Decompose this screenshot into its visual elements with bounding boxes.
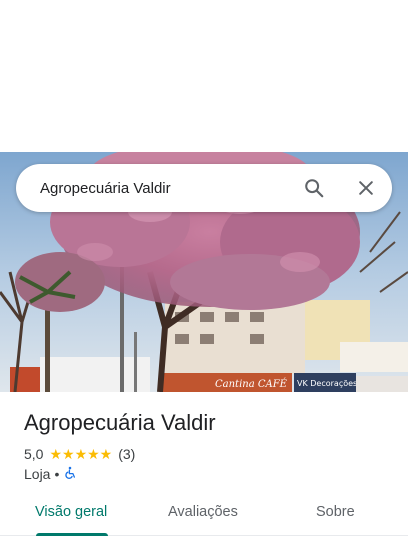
active-tab-indicator [36,533,108,536]
sign-cantina-cafe: Cantina CAFÉ [215,378,288,390]
wheelchair-icon[interactable] [63,466,77,483]
separator-dot: • [54,466,60,482]
search-icon[interactable] [302,176,326,200]
rating-row[interactable]: 5,0 ★★★★★ (3) [24,445,135,463]
search-box[interactable] [16,164,392,212]
close-icon[interactable] [354,176,378,200]
search-input[interactable] [40,178,290,198]
place-title: Agropecuária Valdir [24,410,216,435]
category-row: Loja • [24,466,77,482]
tab-reviews[interactable]: Avaliações [168,504,238,536]
tab-bar: Visão geral Avaliações Sobre [0,494,408,536]
tab-overview[interactable]: Visão geral [35,504,107,536]
tab-about[interactable]: Sobre [316,504,355,536]
sign-vk-decoracoes: VK Decorações [297,379,357,388]
rating-stars: ★★★★★ [49,445,113,462]
rating-value: 5,0 [24,446,44,462]
review-count[interactable]: (3) [118,446,135,462]
place-category[interactable]: Loja [24,466,50,482]
